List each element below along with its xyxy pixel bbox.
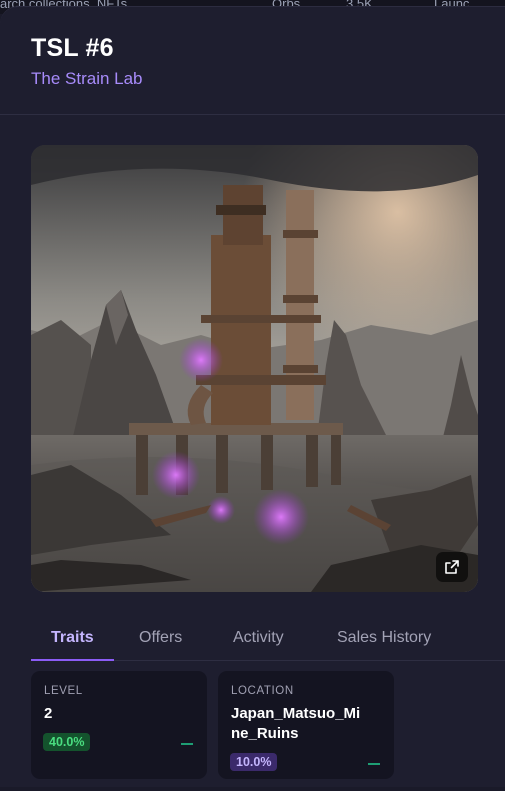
nft-artwork	[31, 145, 478, 592]
tab-traits[interactable]: Traits	[51, 629, 94, 647]
trait-rarity-badge: 10.0%	[230, 753, 278, 771]
trait-price-dash	[368, 763, 380, 765]
trait-value-line1: Japan_Matsuo_Mi	[231, 705, 361, 722]
detail-tabs: Traits Offers Activity Sales History	[31, 619, 505, 661]
trait-value: 2	[44, 705, 53, 722]
trait-type-label: LEVEL	[44, 685, 83, 697]
trait-price-dash	[181, 743, 193, 745]
trait-card-level[interactable]: LEVEL 2 40.0%	[31, 671, 207, 779]
panel-header: TSL #6 The Strain Lab	[0, 7, 505, 115]
tab-sales-history[interactable]: Sales History	[337, 629, 431, 647]
nft-detail-panel: TSL #6 The Strain Lab Traits Offers Acti…	[0, 6, 505, 791]
nft-image[interactable]	[31, 145, 478, 592]
active-tab-indicator	[31, 659, 114, 661]
nft-title: TSL #6	[31, 34, 114, 62]
trait-type-label: LOCATION	[231, 685, 294, 697]
external-link-button[interactable]	[436, 552, 468, 582]
bottom-divider	[0, 787, 505, 791]
trait-value: Japan_Matsuo_Mi ne_Ruins	[231, 704, 360, 744]
tab-offers[interactable]: Offers	[139, 629, 182, 647]
trait-rarity-badge: 40.0%	[43, 733, 91, 751]
trait-card-location[interactable]: LOCATION Japan_Matsuo_Mi ne_Ruins 10.0%	[218, 671, 394, 779]
trait-value-line2: ne_Ruins	[231, 725, 299, 742]
external-link-icon	[445, 560, 459, 574]
tab-activity[interactable]: Activity	[233, 629, 284, 647]
collection-link[interactable]: The Strain Lab	[31, 69, 143, 89]
